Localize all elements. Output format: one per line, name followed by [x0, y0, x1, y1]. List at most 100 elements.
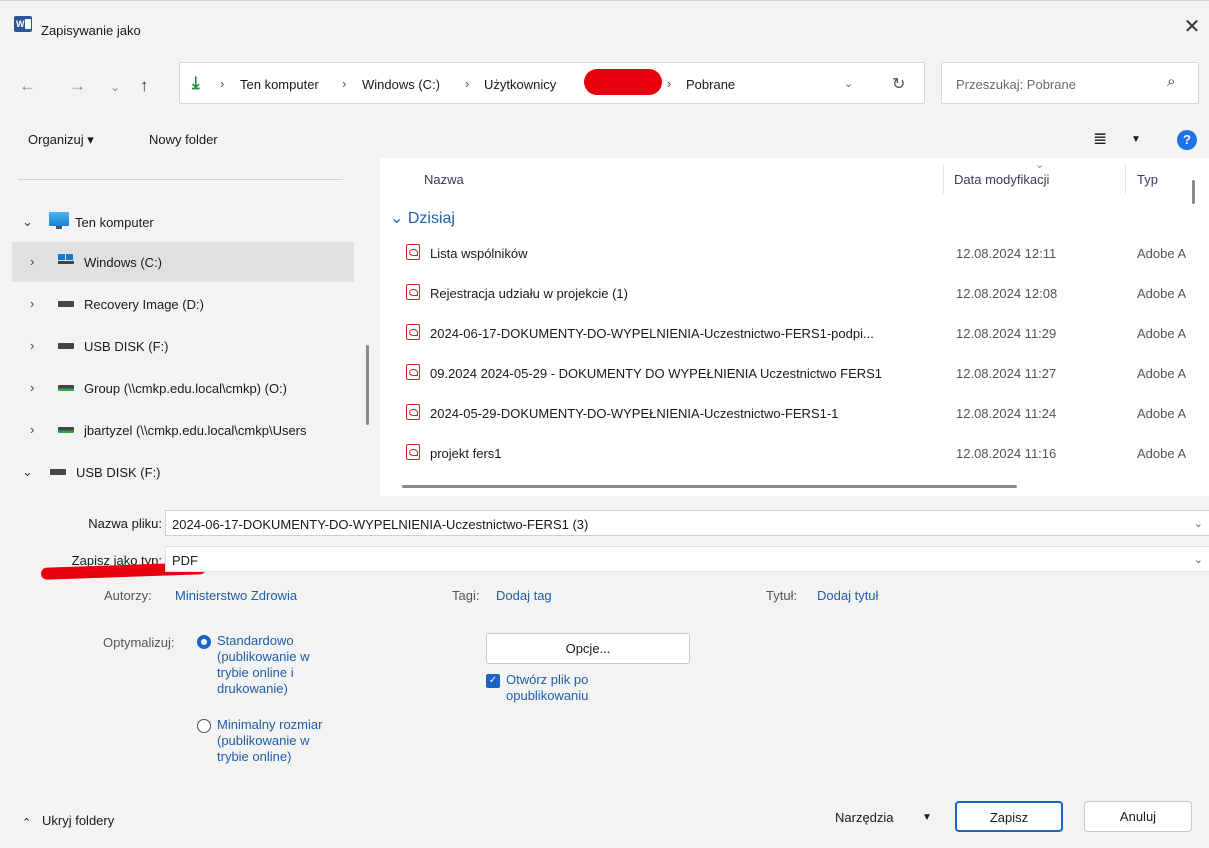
- sidebar-item-label: USB DISK (F:): [76, 465, 161, 480]
- column-separator[interactable]: [943, 164, 944, 194]
- refresh-icon[interactable]: ↻: [892, 74, 905, 94]
- add-tag-link[interactable]: Dodaj tag: [496, 588, 552, 603]
- save-button[interactable]: Zapisz: [955, 801, 1063, 832]
- horizontal-scrollbar[interactable]: [402, 485, 1017, 488]
- back-arrow-icon[interactable]: ←: [19, 76, 36, 96]
- recent-locations-chevron-icon[interactable]: ⌄: [110, 80, 120, 94]
- help-icon[interactable]: ?: [1177, 130, 1197, 150]
- sidebar-item-label: Windows (C:): [84, 255, 163, 270]
- file-row[interactable]: 2024-06-17-DOKUMENTY-DO-WYPELNIENIA-Ucze…: [380, 314, 1209, 352]
- expand-chevron-icon[interactable]: ›: [30, 380, 34, 395]
- sidebar-item-recovery-image[interactable]: › Recovery Image (D:): [12, 284, 354, 324]
- save-type-select[interactable]: PDF ⌄: [165, 546, 1209, 572]
- pdf-file-icon: [406, 244, 420, 260]
- pdf-file-icon: [406, 444, 420, 460]
- radio-minimal[interactable]: [197, 719, 211, 733]
- cancel-button[interactable]: Anuluj: [1084, 801, 1192, 832]
- optimize-label: Optymalizuj:: [103, 635, 175, 650]
- filename-field[interactable]: 2024-06-17-DOKUMENTY-DO-WYPELNIENIA-Ucze…: [165, 510, 1209, 536]
- breadcrumb-ten-komputer[interactable]: Ten komputer: [240, 77, 319, 92]
- address-bar[interactable]: ⤓ › Ten komputer › Windows (C:) › Użytko…: [179, 62, 925, 104]
- network-drive-icon: [58, 427, 74, 433]
- sidebar-item-jbartyzel-network[interactable]: › jbartyzel (\\cmkp.edu.local\cmkp\Users: [12, 410, 354, 450]
- sidebar-item-usb-disk-expanded[interactable]: ⌄ USB DISK (F:): [12, 452, 354, 492]
- group-header-today[interactable]: ⌄ Dzisiaj: [390, 208, 455, 228]
- file-name: Rejestracja udziału w projekcie (1): [430, 286, 628, 301]
- search-box[interactable]: Przeszukaj: Pobrane ⌕: [941, 62, 1199, 104]
- breadcrumb-separator-icon: ›: [667, 76, 672, 91]
- tools-button[interactable]: Narzędzia: [835, 810, 894, 825]
- up-arrow-icon[interactable]: ↑: [140, 76, 149, 96]
- tools-dropdown-icon[interactable]: ▼: [922, 812, 932, 823]
- pdf-file-icon: [406, 364, 420, 380]
- column-header-name[interactable]: Nazwa: [424, 172, 464, 187]
- expand-chevron-icon[interactable]: ›: [30, 338, 34, 353]
- file-date: 12.08.2024 12:11: [956, 246, 1057, 261]
- file-name: 2024-06-17-DOKUMENTY-DO-WYPELNIENIA-Ucze…: [430, 326, 874, 341]
- navigation-pane: ⌄ Ten komputer › Windows (C:) › Recovery…: [12, 158, 369, 493]
- download-folder-icon: ⤓: [192, 73, 200, 92]
- sidebar-item-label: Group (\\cmkp.edu.local\cmkp) (O:): [84, 381, 287, 396]
- breadcrumb-uzytkownicy[interactable]: Użytkownicy: [484, 77, 556, 92]
- nav-scrollbar[interactable]: [366, 345, 369, 425]
- column-header-type[interactable]: Typ: [1137, 172, 1158, 187]
- new-folder-button[interactable]: Nowy folder: [149, 132, 218, 147]
- search-input[interactable]: Przeszukaj: Pobrane: [956, 77, 1076, 92]
- save-type-dropdown-chevron-icon[interactable]: ⌄: [1194, 553, 1203, 566]
- file-type: Adobe A: [1137, 286, 1187, 301]
- filename-dropdown-chevron-icon[interactable]: ⌄: [1194, 517, 1203, 530]
- radio-standard[interactable]: [197, 635, 211, 649]
- nav-divider: [18, 179, 343, 180]
- expand-chevron-icon[interactable]: ⌄: [22, 464, 33, 480]
- file-row[interactable]: 09.2024 2024-05-29 - DOKUMENTY DO WYPEŁN…: [380, 354, 1209, 392]
- authors-value[interactable]: Ministerstwo Zdrowia: [175, 588, 297, 603]
- column-header-date[interactable]: Data modyfikacji: [954, 172, 1049, 187]
- chevron-up-icon[interactable]: ⌃: [22, 816, 31, 829]
- expand-chevron-icon[interactable]: ›: [30, 296, 34, 311]
- file-row[interactable]: projekt fers1 12.08.2024 11:16 Adobe A: [380, 434, 1209, 472]
- authors-label: Autorzy:: [104, 588, 152, 603]
- computer-icon: [49, 212, 69, 229]
- expand-chevron-icon[interactable]: ›: [30, 254, 34, 269]
- drive-icon: [58, 343, 74, 349]
- file-row[interactable]: 2024-05-29-DOKUMENTY-DO-WYPEŁNIENIA-Ucze…: [380, 394, 1209, 432]
- sidebar-item-usb-disk[interactable]: › USB DISK (F:): [12, 326, 354, 366]
- file-date: 12.08.2024 12:08: [956, 286, 1058, 301]
- windows-drive-icon: [58, 254, 74, 268]
- sidebar-item-windows-c[interactable]: › Windows (C:): [12, 242, 354, 282]
- sidebar-item-group-network[interactable]: › Group (\\cmkp.edu.local\cmkp) (O:): [12, 368, 354, 408]
- sidebar-item-label: Ten komputer: [75, 215, 154, 230]
- view-options-icon[interactable]: ≣: [1093, 129, 1107, 149]
- forward-arrow-icon[interactable]: →: [69, 76, 86, 96]
- file-date: 12.08.2024 11:27: [956, 366, 1057, 381]
- expand-chevron-icon[interactable]: ⌄: [22, 214, 33, 230]
- close-button[interactable]: ✕: [1180, 17, 1204, 39]
- radio-minimal-label[interactable]: Minimalny rozmiar (publikowanie w trybie…: [217, 717, 322, 765]
- add-title-link[interactable]: Dodaj tytuł: [817, 588, 878, 603]
- file-name: Lista wspólników: [430, 246, 528, 261]
- file-date: 12.08.2024 11:16: [956, 446, 1057, 461]
- address-history-chevron-icon[interactable]: ⌄: [844, 77, 853, 90]
- radio-standard-label[interactable]: Standardowo (publikowanie w trybie onlin…: [217, 633, 310, 697]
- open-after-label[interactable]: Otwórz plik po opublikowaniu: [506, 672, 588, 704]
- file-row[interactable]: Rejestracja udziału w projekcie (1) 12.0…: [380, 274, 1209, 312]
- file-list: Nazwa ⌄ Data modyfikacji Typ ⌄ Dzisiaj L…: [380, 158, 1209, 496]
- expand-chevron-icon[interactable]: ›: [30, 422, 34, 437]
- search-icon[interactable]: ⌕: [1167, 73, 1175, 90]
- column-separator[interactable]: [1125, 164, 1126, 194]
- filename-input[interactable]: 2024-06-17-DOKUMENTY-DO-WYPELNIENIA-Ucze…: [172, 517, 588, 532]
- title-label: Tytuł:: [766, 588, 798, 603]
- breadcrumb-pobrane[interactable]: Pobrane: [686, 77, 735, 92]
- hide-folders-button[interactable]: Ukryj foldery: [42, 813, 114, 828]
- file-date: 12.08.2024 11:24: [956, 406, 1057, 421]
- sidebar-item-label: USB DISK (F:): [84, 339, 169, 354]
- view-dropdown-chevron-icon[interactable]: ▼: [1131, 134, 1141, 145]
- breadcrumb-separator-icon: ›: [220, 76, 225, 91]
- vertical-scrollbar[interactable]: [1192, 180, 1195, 204]
- organize-button[interactable]: Organizuj ▾: [28, 132, 94, 148]
- file-type: Adobe A: [1137, 446, 1187, 461]
- breadcrumb-windows-c[interactable]: Windows (C:): [362, 77, 440, 92]
- options-button[interactable]: Opcje...: [486, 633, 690, 664]
- file-row[interactable]: Lista wspólników 12.08.2024 12:11 Adobe …: [380, 234, 1209, 272]
- open-after-checkbox[interactable]: ✓: [486, 674, 500, 688]
